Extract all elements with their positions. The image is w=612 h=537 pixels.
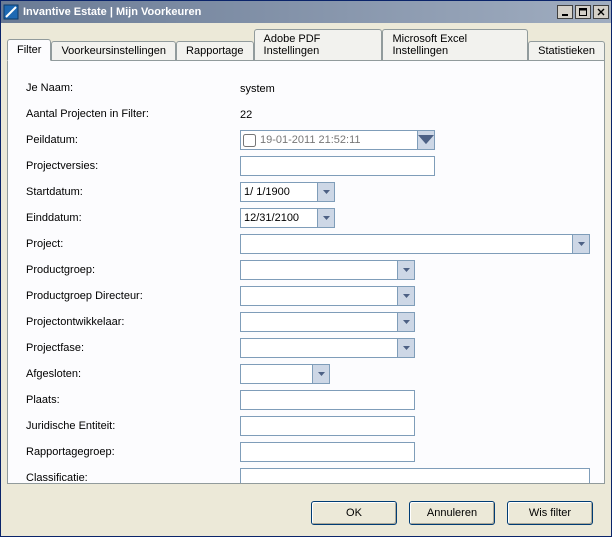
productgroep-directeur-text [241, 287, 397, 305]
projectversies-input[interactable] [240, 156, 435, 176]
project-text [241, 235, 572, 253]
button-bar: OK Annuleren Wis filter [1, 490, 611, 536]
label-afgesloten: Afgesloten: [22, 368, 240, 380]
annuleren-button[interactable]: Annuleren [409, 501, 495, 525]
einddatum-text: 12/31/2100 [241, 209, 317, 227]
peildatum-text: 19-01-2011 21:52:11 [260, 134, 417, 146]
chevron-down-icon[interactable] [397, 261, 414, 279]
label-rapportagegroep: Rapportagegroep: [22, 446, 240, 458]
chevron-down-icon[interactable] [312, 365, 329, 383]
label-plaats: Plaats: [22, 394, 240, 406]
projectfase-combo[interactable] [240, 338, 415, 358]
label-startdatum: Startdatum: [22, 186, 240, 198]
label-einddatum: Einddatum: [22, 212, 240, 224]
label-projectfase: Projectfase: [22, 342, 240, 354]
app-icon [3, 4, 19, 20]
projectfase-text [241, 339, 397, 357]
label-juridische: Juridische Entiteit: [22, 420, 240, 432]
tab-statistieken[interactable]: Statistieken [528, 41, 605, 60]
chevron-down-icon[interactable] [397, 287, 414, 305]
productgroep-text [241, 261, 397, 279]
tab-voorkeursinstellingen[interactable]: Voorkeursinstellingen [51, 41, 176, 60]
preferences-window: Invantive Estate | Mijn Voorkeuren Filte… [0, 0, 612, 537]
startdatum-text: 1/ 1/1900 [241, 183, 317, 201]
plaats-input[interactable] [240, 390, 415, 410]
label-classificatie: Classificatie: [22, 472, 240, 484]
value-aantal: 22 [240, 108, 590, 121]
tab-pdf[interactable]: Adobe PDF Instellingen [254, 29, 383, 60]
tab-excel[interactable]: Microsoft Excel Instellingen [382, 29, 528, 60]
maximize-button[interactable] [575, 5, 591, 19]
chevron-down-icon[interactable] [397, 313, 414, 331]
afgesloten-text [241, 365, 312, 383]
peildatum-checkbox[interactable] [243, 134, 256, 147]
chevron-down-icon[interactable] [417, 131, 434, 149]
productgroep-directeur-combo[interactable] [240, 286, 415, 306]
window-title: Invantive Estate | Mijn Voorkeuren [23, 6, 557, 18]
label-productgroep-directeur: Productgroep Directeur: [22, 290, 240, 302]
einddatum-date-picker[interactable]: 12/31/2100 [240, 208, 335, 228]
value-je-naam: system [240, 82, 590, 95]
close-button[interactable] [593, 5, 609, 19]
startdatum-date-picker[interactable]: 1/ 1/1900 [240, 182, 335, 202]
afgesloten-combo[interactable] [240, 364, 330, 384]
rapportagegroep-input[interactable] [240, 442, 415, 462]
label-projectversies: Projectversies: [22, 160, 240, 172]
label-je-naam: Je Naam: [22, 82, 240, 94]
wis-filter-button[interactable]: Wis filter [507, 501, 593, 525]
window-controls [557, 5, 611, 19]
label-projectontwikkelaar: Projectontwikkelaar: [22, 316, 240, 328]
label-aantal: Aantal Projecten in Filter: [22, 108, 240, 120]
tab-filter[interactable]: Filter [7, 39, 51, 61]
juridische-input[interactable] [240, 416, 415, 436]
chevron-down-icon[interactable] [572, 235, 589, 253]
projectontwikkelaar-combo[interactable] [240, 312, 415, 332]
peildatum-datetime-picker[interactable]: 19-01-2011 21:52:11 [240, 130, 435, 150]
tab-content-filter: Je Naam: system Aantal Projecten in Filt… [7, 60, 605, 484]
chevron-down-icon[interactable] [317, 209, 334, 227]
chevron-down-icon[interactable] [397, 339, 414, 357]
label-productgroep: Productgroep: [22, 264, 240, 276]
tab-rapportage[interactable]: Rapportage [176, 41, 254, 60]
projectontwikkelaar-text [241, 313, 397, 331]
label-peildatum: Peildatum: [22, 134, 240, 146]
project-combo[interactable] [240, 234, 590, 254]
minimize-button[interactable] [557, 5, 573, 19]
label-project: Project: [22, 238, 240, 250]
ok-button[interactable]: OK [311, 501, 397, 525]
tabstrip: Filter Voorkeursinstellingen Rapportage … [1, 23, 611, 60]
titlebar: Invantive Estate | Mijn Voorkeuren [1, 1, 611, 23]
chevron-down-icon[interactable] [317, 183, 334, 201]
classificatie-input[interactable] [240, 468, 590, 484]
productgroep-combo[interactable] [240, 260, 415, 280]
